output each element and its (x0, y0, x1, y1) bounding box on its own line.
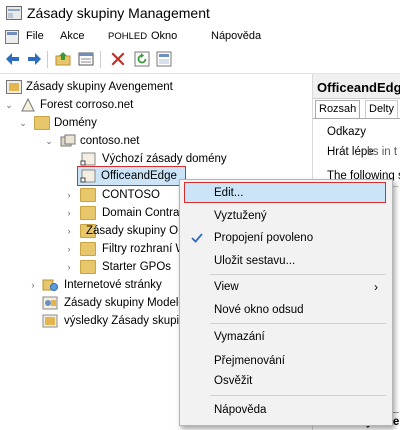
tree-root[interactable]: Zásady skupiny Avengement (4, 78, 304, 96)
menu-separator (210, 323, 386, 324)
menu-help[interactable]: Nápověda (211, 30, 261, 42)
tree-domain-controllers[interactable]: › Domain Contra (64, 204, 184, 222)
expand-icon[interactable]: › (64, 222, 74, 240)
menu-item-link-enabled[interactable]: Propojení povoleno (214, 229, 313, 247)
forest-icon (21, 98, 35, 112)
tree-ou-contoso-label: CONTOSO (102, 189, 160, 201)
folder-icon (80, 206, 96, 220)
expand-icon[interactable]: › (64, 186, 74, 204)
links-label: Odkazy (327, 126, 366, 138)
menu-item-view[interactable]: View (214, 278, 239, 296)
window-title: Zásady skupiny Management (27, 5, 210, 21)
expand-icon[interactable]: › (64, 258, 74, 276)
gpm-icon (6, 80, 22, 94)
tree-selected-gpo[interactable]: OfficeandEdge (77, 166, 186, 186)
back-icon[interactable] (5, 51, 21, 67)
checkmark-icon (191, 233, 203, 243)
tab-details[interactable]: Delty (365, 100, 399, 118)
modeling-icon (42, 296, 58, 310)
results-icon (42, 314, 58, 328)
tree-results-label: výsledky Zásady skupiny (64, 315, 192, 327)
help-icon[interactable] (156, 51, 172, 67)
gpo-link-icon (80, 152, 96, 166)
tree-root-label: Zásady skupiny Avengement (26, 81, 173, 93)
menu-item-new-window[interactable]: Nové okno odsud (214, 301, 304, 319)
app-icon (6, 6, 22, 20)
folder-icon (80, 260, 96, 274)
menu-separator (210, 395, 386, 396)
tree-forest-label: Forest corroso.net (40, 99, 134, 111)
menu-item-delete[interactable]: Vymazání (214, 328, 265, 346)
folder-icon (80, 242, 96, 256)
menu-item-refresh[interactable]: Osvěžit (214, 372, 252, 390)
menu-action[interactable]: Akce (60, 30, 84, 42)
menu-bar: File Akce POHLED Okno Nápověda (0, 27, 400, 47)
menu-item-help[interactable]: Nápověda (214, 401, 266, 419)
collapse-icon[interactable]: ⌄ (4, 96, 14, 114)
context-menu: Edit... Vyztužený Propojení povoleno Ulo… (179, 179, 393, 426)
tree-domains[interactable]: ⌄ Domény (18, 114, 298, 132)
tree-domains-label: Domény (54, 117, 97, 129)
folder-icon (34, 116, 50, 130)
menu-item-edit[interactable]: Edit... (214, 184, 243, 202)
tree-modeling[interactable]: Zásady skupiny Modelování (40, 294, 207, 312)
gpo-link-icon (80, 169, 96, 183)
menu-item-save-report[interactable]: Uložit sestavu... (214, 252, 295, 270)
tree-internet-sites-label: Internetové stránky (64, 279, 162, 291)
title-bar: Zásady skupiny Management (0, 0, 400, 27)
menu-window[interactable]: Okno (151, 30, 177, 42)
folder-icon (80, 188, 96, 202)
tree-domain-controllers-label: Domain Contra (102, 207, 180, 219)
menu-item-rename[interactable]: Přejmenování (214, 352, 285, 370)
tree-internet-sites[interactable]: › Internetové stránky (28, 276, 184, 294)
tree-selected-gpo-label: OfficeandEdge (101, 170, 177, 182)
tree-domain[interactable]: ⌄ contoso.net (44, 132, 294, 150)
tree-domain-label: contoso.net (80, 135, 140, 147)
delete-icon[interactable] (110, 51, 126, 67)
menu-view[interactable]: POHLED (108, 31, 147, 42)
details-tabs: Rozsah Delty (313, 100, 400, 119)
forward-icon[interactable] (26, 51, 42, 67)
toolbar (0, 47, 400, 74)
expand-icon[interactable]: › (64, 240, 74, 258)
sites-icon (42, 279, 58, 291)
tree-gpo-container[interactable]: › Zásady skupiny O (64, 222, 184, 240)
expand-icon[interactable]: › (64, 204, 74, 222)
collapse-icon[interactable]: ⌄ (18, 114, 28, 132)
toolbar-separator (100, 51, 101, 68)
tab-scope[interactable]: Rozsah (315, 100, 361, 118)
tree-wmi-filters[interactable]: › Filtry rozhraní WMI (64, 240, 184, 258)
submenu-arrow-icon: › (374, 280, 378, 294)
collapse-icon[interactable]: ⌄ (44, 132, 54, 150)
refresh-icon[interactable] (134, 51, 150, 67)
expand-icon[interactable]: › (28, 276, 38, 294)
menu-file[interactable]: File (26, 30, 44, 42)
domain-icon (60, 134, 76, 147)
tree-forest[interactable]: ⌄ Forest corroso.net (4, 96, 304, 114)
tree-ou-contoso[interactable]: › CONTOSO (64, 186, 184, 204)
toolbar-separator (47, 51, 48, 68)
tree-starter-gpos-label: Starter GPOs (102, 261, 172, 273)
tree-results[interactable]: výsledky Zásady skupiny (40, 312, 200, 330)
tree-starter-gpos[interactable]: › Starter GPOs (64, 258, 184, 276)
menu-item-enforced[interactable]: Vyztužený (214, 207, 267, 225)
up-folder-icon[interactable] (55, 51, 71, 67)
tree-gpo-container-label: Zásady skupiny O (86, 225, 179, 237)
tree-wmi-filters-label: Filtry rozhraní WMI (102, 243, 184, 255)
menu-separator (210, 274, 386, 275)
console-icon[interactable] (5, 30, 19, 44)
details-title: OfficeandEdge (317, 80, 400, 95)
properties-icon[interactable] (78, 51, 94, 67)
play-overlay-text: ks in t (367, 146, 398, 158)
